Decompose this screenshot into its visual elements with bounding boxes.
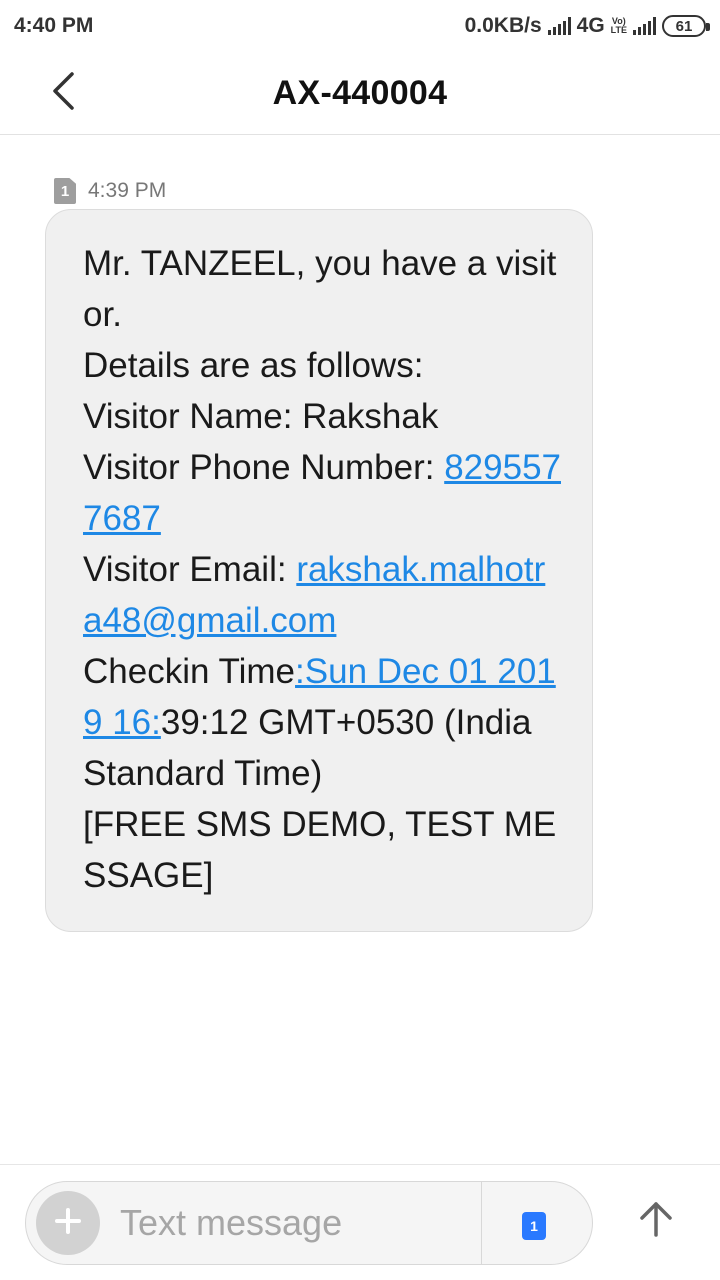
add-attachment-button[interactable] — [36, 1191, 100, 1255]
chevron-left-icon — [50, 71, 76, 116]
message-line-visitor-name: Visitor Name: Rakshak — [83, 397, 439, 436]
conversation-title: AX-440004 — [272, 73, 448, 112]
volte-bottom: LTE — [610, 25, 627, 35]
back-button[interactable] — [38, 68, 88, 118]
signal-icon — [547, 17, 571, 35]
message-line-details: Details are as follows: — [83, 346, 424, 385]
checkin-label: Checkin Time — [83, 652, 296, 691]
message-input[interactable] — [120, 1202, 460, 1244]
signal-icon-2 — [633, 17, 656, 35]
battery-level: 61 — [675, 17, 693, 35]
arrow-up-icon — [639, 1200, 673, 1243]
status-bar: 4:40 PM 0.0KB/s 4G Vo) LTE 61 — [0, 0, 720, 52]
message-line-greeting: Mr. TANZEEL, you have a visitor. — [83, 244, 557, 334]
message-timestamp: 4:39 PM — [88, 179, 167, 202]
message-bubble[interactable]: Mr. TANZEEL, you have a visitor. Details… — [45, 209, 593, 932]
battery-icon: 61 — [662, 15, 710, 37]
status-indicators: 0.0KB/s 4G Vo) LTE 61 — [464, 14, 710, 38]
sim-select-button[interactable]: 1 — [522, 1212, 546, 1240]
message-body: Mr. TANZEEL, you have a visitor. Details… — [83, 238, 562, 901]
plus-icon — [53, 1206, 83, 1241]
send-button[interactable] — [630, 1195, 682, 1247]
message-composer: 1 — [0, 1164, 720, 1280]
network-type: 4G — [576, 14, 605, 37]
message-meta: 1 4:39 PM — [54, 177, 166, 205]
status-time: 4:40 PM — [14, 14, 94, 37]
message-footer: [FREE SMS DEMO, TEST MESSAGE] — [83, 805, 557, 895]
phone-label: Visitor Phone Number: — [83, 448, 445, 487]
volte-icon: Vo) LTE — [611, 17, 627, 35]
composer-divider — [481, 1182, 482, 1264]
conversation-header: AX-440004 — [0, 52, 720, 135]
network-speed: 0.0KB/s — [464, 14, 542, 37]
sim-badge: 1 — [54, 178, 76, 204]
composer-pill: 1 — [25, 1181, 593, 1265]
email-label: Visitor Email: — [83, 550, 297, 589]
